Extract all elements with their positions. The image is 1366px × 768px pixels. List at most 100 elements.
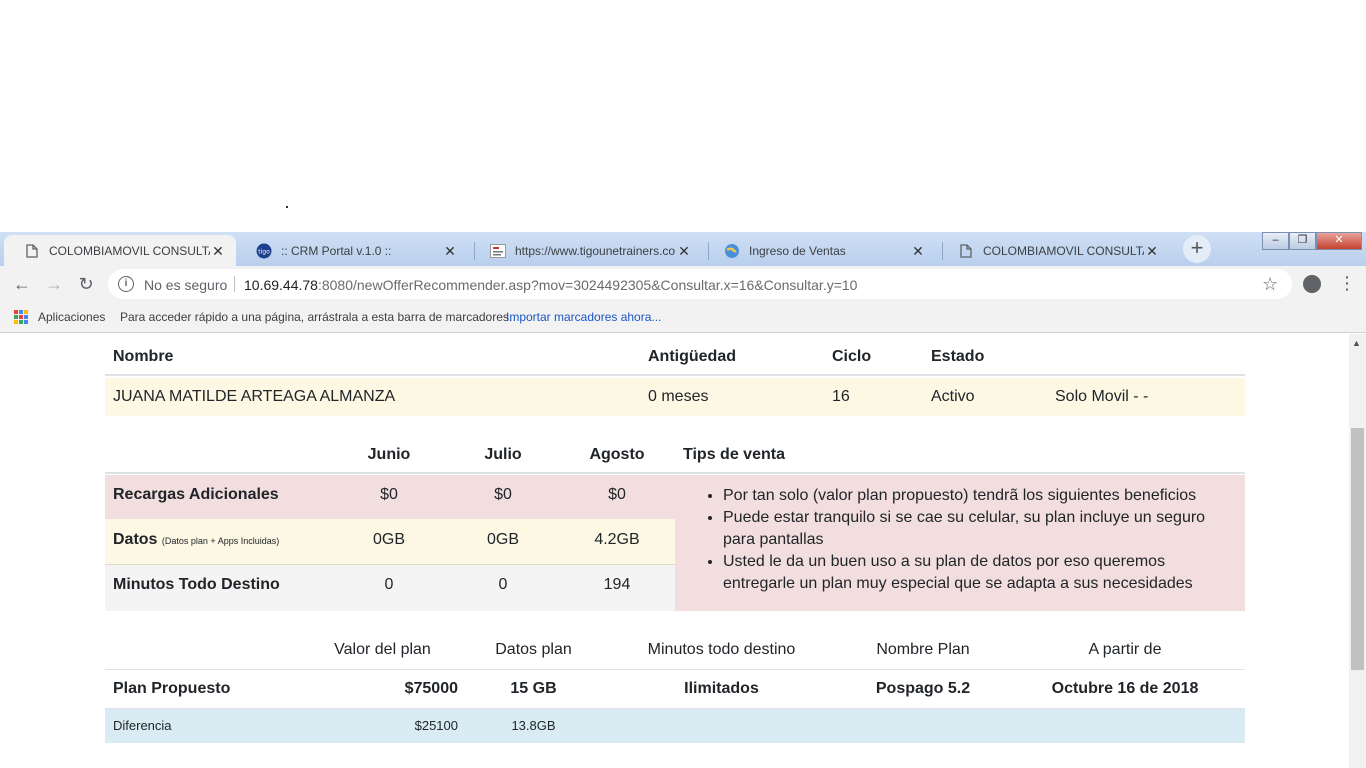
customer-tenure: 0 meses: [648, 388, 709, 405]
page-icon: [958, 243, 974, 259]
restore-button[interactable]: ❐: [1289, 232, 1316, 250]
close-icon[interactable]: ✕: [442, 243, 458, 259]
header-cycle: Ciclo: [832, 348, 872, 365]
svg-text:tigo: tigo: [258, 248, 270, 255]
difference-label: Diferencia: [113, 718, 172, 733]
close-icon[interactable]: ✕: [910, 243, 926, 259]
reload-icon[interactable]: ↻: [74, 272, 98, 296]
scroll-up-arrow-icon[interactable]: ▲: [1352, 338, 1361, 348]
month-junio: Junio: [367, 446, 411, 463]
new-tab-button[interactable]: +: [1183, 235, 1211, 263]
datos-junio: 0GB: [372, 531, 405, 548]
tip-item: Usted le da un buen uso a su plan de dat…: [723, 551, 1215, 595]
header-name: Nombre: [113, 348, 174, 365]
bookmark-star-icon[interactable]: ☆: [1262, 274, 1278, 295]
header-plan-from: A partir de: [1088, 641, 1162, 658]
forward-arrow-icon[interactable]: →: [42, 272, 66, 296]
menu-kebab-icon[interactable]: ⋮: [1338, 273, 1356, 293]
customer-status: Activo: [931, 388, 975, 405]
url-path: :8080/newOfferRecommender.asp?mov=302449…: [317, 277, 858, 293]
plan-header-row: Valor del plan Datos plan Minutos todo d…: [105, 630, 1245, 670]
import-bookmarks-link[interactable]: Importar marcadores ahora...: [506, 310, 661, 324]
url-host: 10.69.44.78: [244, 277, 318, 293]
tab-tigounetrainers[interactable]: https://www.tigounetrainers.com ✕: [470, 235, 702, 266]
recargas-agosto: $0: [608, 486, 626, 503]
proposed-value: $75000: [404, 680, 458, 697]
apps-bookmark[interactable]: Aplicaciones: [38, 310, 105, 324]
recargas-label: Recargas Adicionales: [113, 486, 279, 503]
customer-name: JUANA MATILDE ARTEAGA ALMANZA: [113, 388, 396, 405]
window-close-button[interactable]: ✕: [1316, 232, 1362, 250]
omnibox-divider: [234, 276, 235, 292]
info-icon[interactable]: i: [118, 276, 134, 292]
difference-row: Diferencia $25100 13.8GB: [105, 709, 1245, 743]
close-icon[interactable]: ✕: [676, 243, 692, 259]
datos-label: Datos (Datos plan + Apps Incluidas): [113, 531, 279, 549]
scrollbar-thumb[interactable]: [1351, 428, 1364, 670]
tip-item: Puede estar tranquilo si se cae su celul…: [723, 507, 1215, 551]
tab-ingreso-ventas[interactable]: Ingreso de Ventas ✕: [704, 235, 936, 266]
proposed-plan-row: Plan Propuesto $75000 15 GB Ilimitados P…: [105, 670, 1245, 709]
proposed-plan-name: Pospago 5.2: [875, 680, 971, 697]
customer-header-row: Nombre Antigüedad Ciclo Estado: [105, 334, 1245, 376]
proposed-label: Plan Propuesto: [113, 680, 231, 697]
recargas-junio: $0: [380, 486, 398, 503]
minimize-button[interactable]: –: [1262, 232, 1289, 250]
bookmarks-hint: Para acceder rápido a una página, arrást…: [120, 310, 513, 324]
close-icon[interactable]: ✕: [210, 243, 226, 259]
tigo-icon: tigo: [256, 243, 272, 259]
tab-title: :: CRM Portal v.1.0 ::: [281, 243, 392, 258]
page-icon: [24, 243, 40, 259]
security-label[interactable]: No es seguro: [144, 277, 227, 293]
minutos-row: Minutos Todo Destino 0 0 194: [105, 565, 675, 611]
back-arrow-icon[interactable]: ←: [10, 272, 34, 296]
difference-data: 13.8GB: [511, 718, 556, 733]
stray-dot: [286, 206, 288, 208]
datos-label-text: Datos: [113, 531, 158, 548]
recargas-julio: $0: [494, 486, 512, 503]
apps-grid-icon[interactable]: [14, 310, 28, 324]
tab-colombiamovil-2[interactable]: COLOMBIAMOVIL CONSULTA IN ✕: [938, 235, 1170, 266]
header-plan-value: Valor del plan: [334, 641, 431, 658]
proposed-minutes: Ilimitados: [684, 680, 759, 697]
header-tenure: Antigüedad: [648, 348, 736, 365]
header-status: Estado: [931, 348, 985, 365]
header-plan-data: Datos plan: [495, 641, 572, 658]
proposed-data: 15 GB: [510, 680, 557, 697]
blank-area: [0, 0, 1366, 232]
datos-agosto: 4.2GB: [594, 531, 640, 548]
datos-row: Datos (Datos plan + Apps Incluidas) 0GB …: [105, 519, 675, 565]
customer-cycle: 16: [832, 388, 850, 405]
usage-header-row: Junio Julio Agosto Tips de venta: [105, 434, 1245, 474]
tab-title: COLOMBIAMOVIL CONSULTA IN: [49, 243, 210, 258]
customer-row: JUANA MATILDE ARTEAGA ALMANZA 0 meses 16…: [105, 378, 1245, 416]
browser-toolbar: ← → ↻ i No es seguro 10.69.44.78:8080/ne…: [0, 266, 1366, 302]
minutos-julio: 0: [498, 576, 508, 593]
url-text[interactable]: 10.69.44.78:8080/newOfferRecommender.asp…: [244, 277, 857, 293]
tips-list: Por tan solo (valor plan propuesto) tend…: [675, 475, 1215, 595]
datos-note: (Datos plan + Apps Incluidas): [161, 536, 280, 546]
customer-line-type: Solo Movil - -: [1055, 388, 1149, 405]
window-controls: – ❐ ✕: [1262, 232, 1362, 250]
tab-crm-portal[interactable]: tigo :: CRM Portal v.1.0 :: ✕: [236, 235, 468, 266]
month-julio: Julio: [484, 446, 522, 463]
header-plan-minutes: Minutos todo destino: [647, 641, 796, 658]
minutos-label: Minutos Todo Destino: [113, 576, 280, 593]
minutos-agosto: 194: [603, 576, 631, 593]
tab-title: https://www.tigounetrainers.com: [515, 243, 676, 258]
proposed-from-date: Octubre 16 de 2018: [1051, 680, 1199, 697]
profile-avatar-icon[interactable]: [1303, 275, 1321, 293]
bookmarks-bar: Aplicaciones Para acceder rápido a una p…: [0, 302, 1366, 333]
sales-tips-box: Por tan solo (valor plan propuesto) tend…: [675, 475, 1245, 611]
tab-title: COLOMBIAMOVIL CONSULTA IN: [983, 243, 1144, 258]
close-icon[interactable]: ✕: [1144, 243, 1160, 259]
month-agosto: Agosto: [589, 446, 645, 463]
tab-colombiamovil-1[interactable]: COLOMBIAMOVIL CONSULTA IN ✕: [4, 235, 236, 266]
tab-title: Ingreso de Ventas: [749, 243, 846, 258]
difference-value: $25100: [414, 718, 458, 733]
tip-item: Por tan solo (valor plan propuesto) tend…: [723, 485, 1215, 507]
datos-julio: 0GB: [486, 531, 519, 548]
tips-header: Tips de venta: [683, 446, 785, 463]
address-bar[interactable]: i No es seguro 10.69.44.78:8080/newOffer…: [108, 269, 1292, 299]
globe-icon: [724, 243, 740, 259]
